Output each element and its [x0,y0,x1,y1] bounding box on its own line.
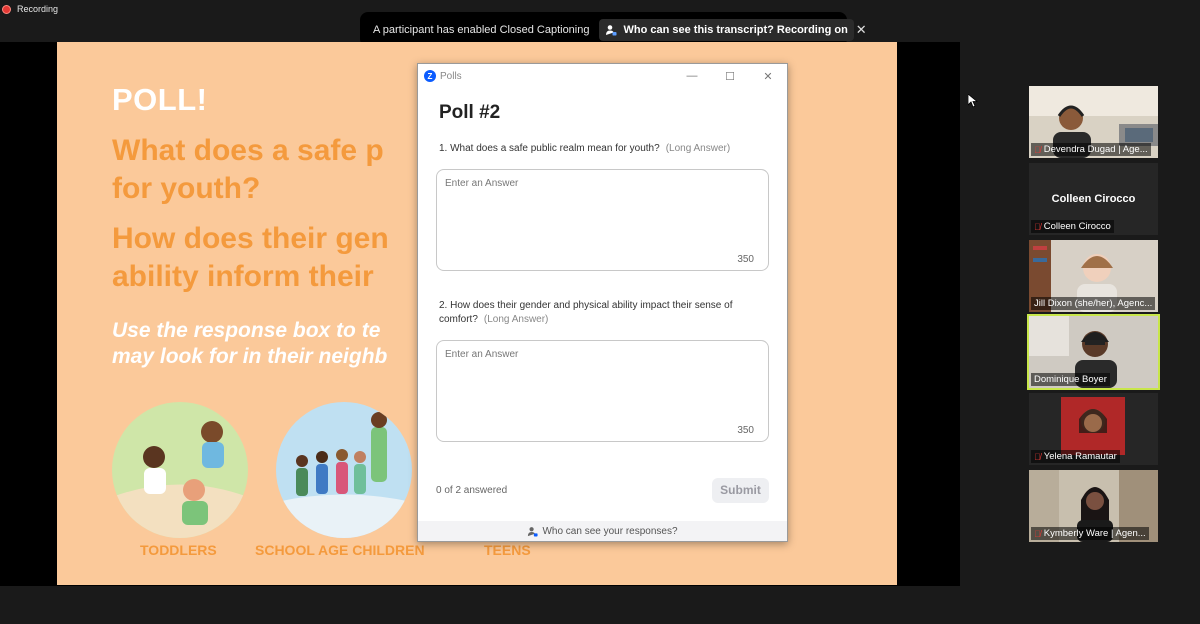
participant-tile[interactable]: Jill Dixon (she/her), Agenc... [1029,240,1158,312]
slide-question-1: What does a safe p for youth? [112,134,384,205]
group-label-teens: TEENS [484,542,531,558]
group-label-school-age: SCHOOL AGE CHILDREN [255,542,425,558]
people-lock-icon [528,526,538,537]
recording-label: Recording [17,4,59,14]
participant-tile[interactable]: 🎙̸ Devendra Dugad | Age... [1029,86,1158,158]
answer-input-2[interactable] [445,349,745,360]
participant-name: Yelena Ramautar [1043,451,1117,462]
participant-label: 🎙̸ Colleen Cirocco [1031,220,1114,233]
record-dot-icon [2,4,11,14]
mouse-cursor-icon [968,94,978,108]
answered-progress: 0 of 2 answered [436,484,508,496]
participant-tile[interactable]: 🎙̸ Kymberly Ware | Agen... [1029,470,1158,542]
participant-name: Kymberly Ware | Agen... [1043,528,1146,539]
school-age-illustration [276,402,412,538]
answer-box-1[interactable]: 350 [436,169,769,271]
participant-label: 🎙̸ Kymberly Ware | Agen... [1031,527,1149,540]
participant-name: Dominique Boyer [1034,374,1107,385]
participant-name: Jill Dixon (she/her), Agenc... [1034,298,1153,309]
char-limit-1: 350 [737,254,754,265]
participant-label: Jill Dixon (she/her), Agenc... [1031,297,1156,310]
transcript-visibility-label: Who can see this transcript? Recording o… [623,23,848,36]
window-controls: — ☐ ✕ [673,70,787,83]
question-1-text: 1. What does a safe public realm mean fo… [439,142,769,156]
polls-app-name: Polls [440,70,462,82]
participant-name: Colleen Cirocco [1043,221,1111,232]
question-2-text: 2. How does their gender and physical ab… [439,299,769,327]
slide-instruction: Use the response box to te may look for … [112,319,388,368]
recording-indicator[interactable]: Recording [2,4,58,14]
participant-label: 🎙̸ Yelena Ramautar [1031,450,1120,463]
participant-name: Devendra Dugad | Age... [1043,144,1148,155]
privacy-link[interactable]: Who can see your responses? [418,521,787,541]
mic-off-icon: 🎙̸ [1034,144,1041,155]
participant-tile[interactable]: 🎙̸ Yelena Ramautar [1029,393,1158,465]
maximize-button[interactable]: ☐ [711,70,749,83]
mic-off-icon: 🎙̸ [1034,221,1041,232]
participant-display-name: Colleen Cirocco [1051,193,1136,205]
question-1-type: (Long Answer) [665,143,731,154]
close-window-button[interactable]: ✕ [749,70,787,83]
polls-window: Z Polls — ☐ ✕ Poll #2 1. What does a saf… [417,63,788,542]
slide-question-2: How does their gen ability inform their [112,222,389,293]
transcript-visibility-button[interactable]: Who can see this transcript? Recording o… [599,18,854,41]
group-label-toddlers: TODDLERS [140,542,217,558]
poll-footer: 0 of 2 answered Submit [418,477,787,503]
answer-box-2[interactable]: 350 [436,340,769,442]
char-limit-2: 350 [737,425,754,436]
question-2-type: (Long Answer) [483,314,549,325]
participant-label: 🎙̸ Devendra Dugad | Age... [1031,143,1151,156]
people-lock-icon [606,24,617,35]
answer-input-1[interactable] [445,178,745,189]
close-icon[interactable]: ✕ [854,22,869,38]
poll-title: Poll #2 [439,102,501,123]
zoom-logo-icon: Z [424,70,436,82]
participant-label: Dominique Boyer [1031,373,1110,386]
participant-tile-active-speaker[interactable]: Dominique Boyer [1027,314,1160,390]
polls-titlebar[interactable]: Z Polls — ☐ ✕ [418,64,787,88]
mic-off-icon: 🎙̸ [1034,451,1041,462]
minimize-button[interactable]: — [673,70,711,83]
submit-button[interactable]: Submit [712,477,769,503]
caption-message: A participant has enabled Closed Caption… [373,23,590,36]
mic-off-icon: 🎙̸ [1034,528,1041,539]
toddlers-illustration [112,402,248,538]
privacy-link-label: Who can see your responses? [542,525,678,537]
question-1-label: 1. What does a safe public realm mean fo… [439,143,660,154]
participant-tile[interactable]: Colleen Cirocco 🎙̸ Colleen Cirocco [1029,163,1158,235]
slide-poll-heading: POLL! [112,82,208,117]
